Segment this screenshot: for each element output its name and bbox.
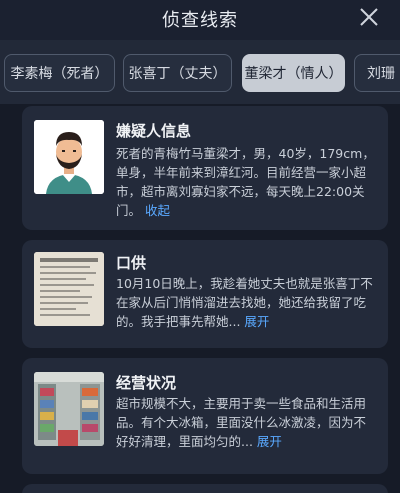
card-text: 超市规模不大，主要用于卖一些食品和生活用品。有个大冰箱，里面没什么冰激凌，因为不…	[116, 396, 367, 449]
page-title: 侦查线索	[162, 10, 238, 31]
suspect-avatar-icon	[34, 120, 104, 194]
header-bar: 侦查线索	[0, 0, 400, 38]
clue-card-testimony: 口供 10月10日晚上，我趁着她丈夫也就是张喜丁不在家从后门悄悄溜进去找她，她还…	[22, 240, 388, 348]
card-body: 超市规模不大，主要用于卖一些食品和生活用品。有个大冰箱，里面没什么冰激凌，因为不…	[116, 394, 378, 451]
clue-card-suspect-info: 嫌疑人信息 死者的青梅竹马董梁才，男，40岁，179cm，单身，半年前来到漳红河…	[22, 106, 388, 230]
document-photo-icon	[34, 252, 104, 326]
tab-li-sumei[interactable]: 李素梅（死者）	[4, 54, 115, 92]
tab-liu-shan[interactable]: 刘珊	[354, 54, 400, 92]
close-icon[interactable]	[358, 6, 380, 28]
suspect-tabs: 李素梅（死者） 张喜丁（丈夫） 董梁才（情人） 刘珊	[0, 40, 400, 110]
collapse-link[interactable]: 收起	[145, 203, 170, 218]
clue-card-partial	[22, 484, 388, 493]
expand-link[interactable]: 展开	[244, 314, 269, 329]
card-title: 口供	[116, 254, 147, 272]
card-body: 死者的青梅竹马董梁才，男，40岁，179cm，单身，半年前来到漳红河。目前经营一…	[116, 144, 378, 220]
tab-zhang-xiding[interactable]: 张喜丁（丈夫）	[123, 54, 232, 92]
card-title: 经营状况	[116, 374, 177, 392]
tab-dong-liangcai[interactable]: 董梁才（情人）	[242, 54, 345, 92]
clue-card-business: 经营状况 超市规模不大，主要用于卖一些食品和生活用品。有个大冰箱，里面没什么冰激…	[22, 358, 388, 474]
card-title: 嫌疑人信息	[116, 122, 192, 140]
store-photo-icon	[34, 372, 104, 446]
clue-list: 嫌疑人信息 死者的青梅竹马董梁才，男，40岁，179cm，单身，半年前来到漳红河…	[0, 104, 400, 493]
expand-link[interactable]: 展开	[257, 434, 282, 449]
card-body: 10月10日晚上，我趁着她丈夫也就是张喜丁不在家从后门悄悄溜进去找她，她还给我留…	[116, 274, 378, 331]
